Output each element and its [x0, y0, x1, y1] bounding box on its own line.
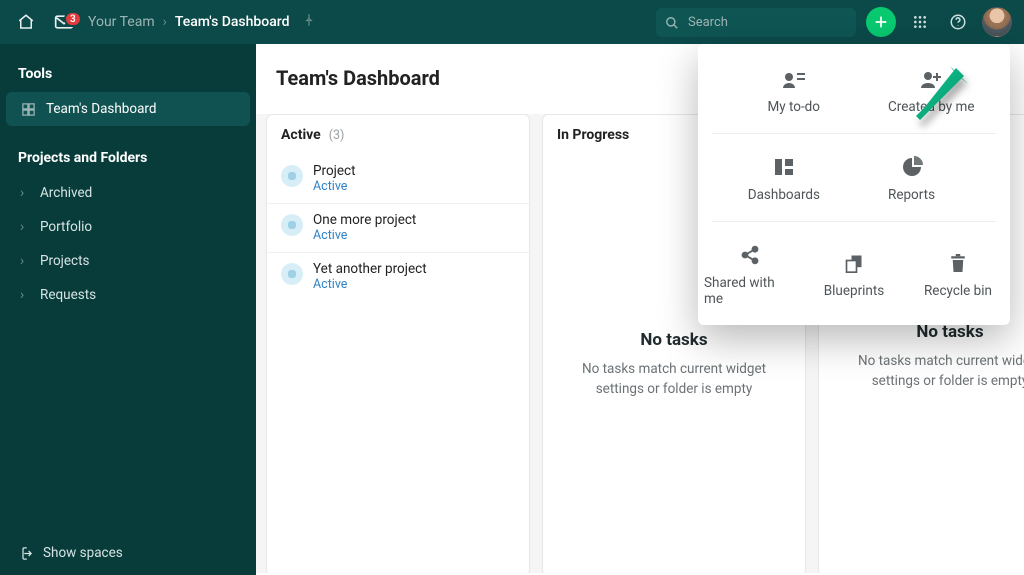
search-icon: [665, 15, 679, 34]
trash-icon: [945, 252, 971, 274]
column-title: Active: [281, 127, 321, 143]
share-icon: [737, 244, 763, 266]
breadcrumb-separator: ›: [163, 14, 167, 30]
column-title: In Progress: [557, 127, 629, 143]
help-button[interactable]: [944, 8, 972, 36]
sidebar-item-projects[interactable]: Projects: [6, 244, 250, 278]
created-by-me-icon: [918, 68, 944, 90]
apps-item-my-to-do[interactable]: My to-do: [761, 50, 826, 129]
sidebar-section-projects: Projects and Folders: [0, 144, 256, 176]
breadcrumb: Your Team › Team's Dashboard: [88, 13, 316, 31]
app-header: 3 Your Team › Team's Dashboard: [0, 0, 1024, 44]
apps-item-created-by-me[interactable]: Created by me: [882, 50, 981, 129]
sidebar-item-teams-dashboard[interactable]: Team's Dashboard: [6, 92, 250, 126]
apps-item-label: Created by me: [888, 99, 975, 115]
apps-grid-icon: [912, 14, 928, 30]
project-status-dot: [281, 263, 303, 285]
reports-icon: [899, 156, 925, 178]
project-status: Active: [313, 277, 427, 292]
sidebar-item-label: Portfolio: [40, 219, 92, 235]
column-count: (3): [329, 128, 345, 143]
show-spaces-label: Show spaces: [43, 545, 123, 561]
project-item[interactable]: Project Active: [267, 155, 529, 204]
column-header: Active (3): [267, 115, 529, 155]
apps-button[interactable]: [906, 8, 934, 36]
empty-message: No tasks match current widget settings o…: [847, 352, 1024, 391]
home-button[interactable]: [12, 8, 40, 36]
sidebar-item-portfolio[interactable]: Portfolio: [6, 210, 250, 244]
apps-item-reports[interactable]: Reports: [882, 138, 941, 217]
empty-title: No tasks: [640, 330, 707, 350]
project-status-dot: [281, 165, 303, 187]
sidebar-section-tools: Tools: [0, 60, 256, 92]
dashboard-icon: [20, 101, 36, 117]
home-icon: [17, 13, 35, 31]
project-name: One more project: [313, 212, 416, 228]
add-button[interactable]: [866, 7, 896, 37]
project-item[interactable]: Yet another project Active: [267, 253, 529, 301]
project-status-dot: [281, 214, 303, 236]
project-name: Project: [313, 163, 356, 179]
breadcrumb-page: Team's Dashboard: [175, 14, 290, 30]
empty-message: No tasks match current widget settings o…: [571, 360, 777, 399]
dashboards-icon: [771, 156, 797, 178]
blueprints-icon: [841, 252, 867, 274]
apps-item-shared-with-me[interactable]: Shared with me: [698, 226, 802, 321]
apps-popover: My to-do Created by me Dashboards Report…: [698, 44, 1010, 325]
pin-button[interactable]: [302, 13, 316, 31]
show-spaces-button[interactable]: Show spaces: [0, 531, 256, 575]
inbox-button[interactable]: 3: [50, 8, 78, 36]
apps-item-label: Dashboards: [748, 187, 820, 203]
search-input[interactable]: [656, 8, 856, 37]
notification-badge: 3: [64, 11, 82, 27]
breadcrumb-team[interactable]: Your Team: [88, 14, 155, 30]
my-to-do-icon: [781, 68, 807, 90]
apps-item-blueprints[interactable]: Blueprints: [802, 226, 906, 321]
help-icon: [949, 13, 967, 31]
user-avatar[interactable]: [982, 7, 1012, 37]
apps-item-label: Blueprints: [824, 283, 885, 299]
project-status: Active: [313, 179, 356, 194]
sidebar-item-label: Projects: [40, 253, 90, 269]
empty-title: No tasks: [916, 322, 983, 342]
sidebar-item-requests[interactable]: Requests: [6, 278, 250, 312]
sidebar-item-label: Archived: [40, 185, 92, 201]
pin-icon: [302, 13, 316, 27]
sidebar: Tools Team's Dashboard Projects and Fold…: [0, 44, 256, 575]
project-name: Yet another project: [313, 261, 427, 277]
apps-item-dashboards[interactable]: Dashboards: [742, 138, 826, 217]
sidebar-item-label: Requests: [40, 287, 96, 303]
search-wrap: [656, 8, 856, 37]
project-status: Active: [313, 228, 416, 243]
logout-icon: [18, 546, 33, 561]
apps-item-label: Reports: [888, 187, 935, 203]
apps-item-recycle-bin[interactable]: Recycle bin: [906, 226, 1010, 321]
apps-item-label: Shared with me: [704, 275, 796, 307]
column-active: Active (3) Project Active One more proje…: [266, 114, 530, 573]
plus-icon: [873, 14, 889, 30]
apps-item-label: Recycle bin: [924, 283, 992, 299]
project-item[interactable]: One more project Active: [267, 204, 529, 253]
sidebar-item-label: Team's Dashboard: [46, 101, 157, 117]
apps-item-label: My to-do: [767, 99, 820, 115]
sidebar-item-archived[interactable]: Archived: [6, 176, 250, 210]
